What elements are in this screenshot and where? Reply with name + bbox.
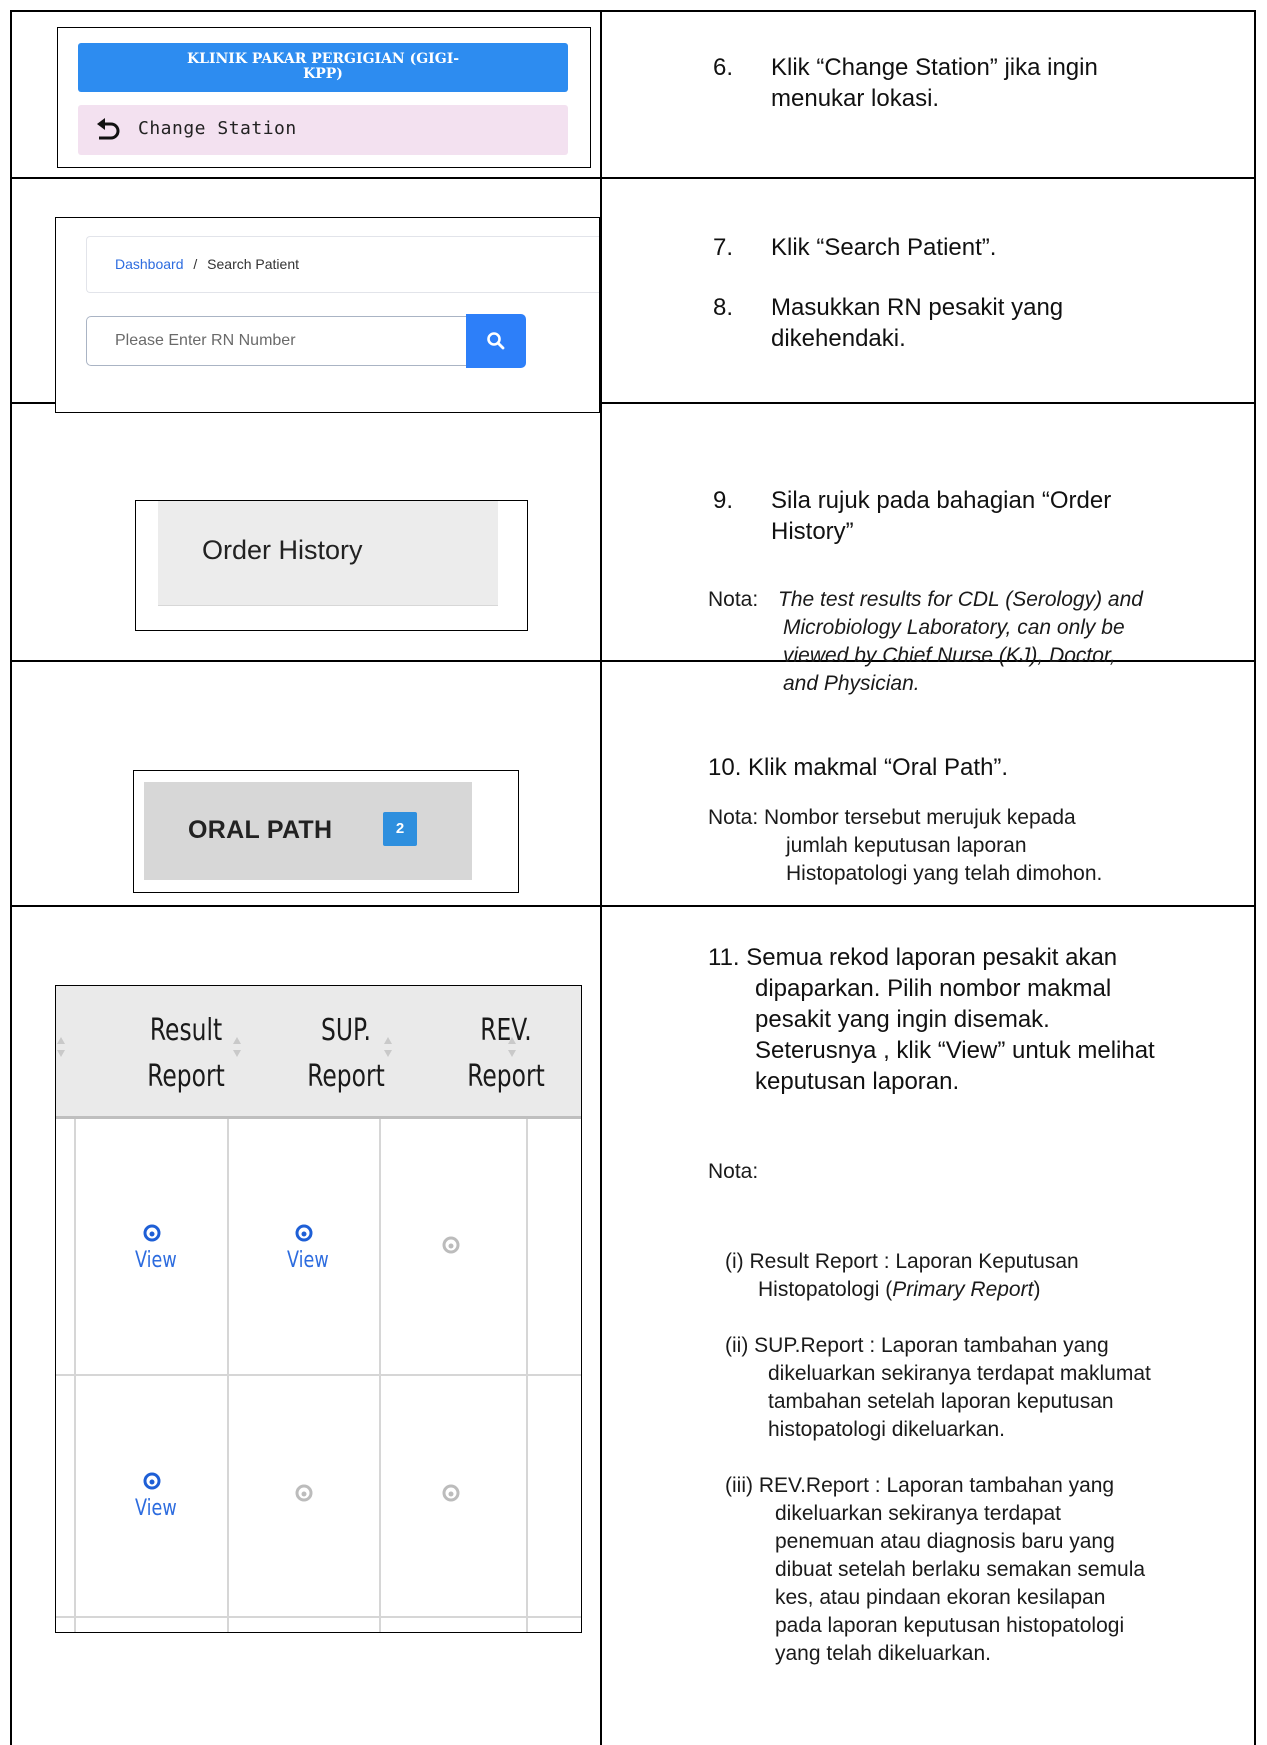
disabled-view-icon <box>442 1484 460 1502</box>
note-i-line2: Histopatologi (Primary Report) <box>758 1276 1040 1304</box>
note-iii-line6: pada laporan keputusan histopatologi <box>775 1614 1125 1637</box>
step-7-number: 7. <box>713 234 734 261</box>
station-button-line1: KLINIK PAKAR PERGIGIAN (GIGI- <box>186 51 460 67</box>
step-10: 10. Klik makmal “Oral Path”. <box>708 754 1009 781</box>
step-11-line2: dipaparkan. Pilih nombor makmal <box>755 975 1112 1002</box>
table-border-right <box>1254 10 1256 1745</box>
step-11-line3: pesakit yang ingin disemak. <box>755 1006 1050 1033</box>
sort-arrows-icon[interactable] <box>507 1034 517 1060</box>
table-border-left <box>10 10 12 1745</box>
step-9-note-label: Nota: <box>708 588 759 611</box>
table-gridline <box>56 1374 581 1376</box>
oral-path-count-badge: 2 <box>383 812 417 846</box>
step-9-line2: History” <box>771 518 854 545</box>
col-rev-report[interactable]: REV. Report <box>451 1008 560 1100</box>
oral-path-screenshot: ORAL PATH 2 <box>133 770 519 893</box>
search-button[interactable] <box>466 314 526 368</box>
view-circle-icon <box>143 1472 161 1490</box>
sort-arrows-icon[interactable] <box>56 1034 66 1060</box>
step-9-note-line4: and Physician. <box>783 672 920 695</box>
step-8-number: 8. <box>713 294 734 321</box>
col-result-line2: Report <box>147 1059 225 1094</box>
change-station-label: Change Station <box>138 118 297 139</box>
note-i-line1: (i) Result Report : Laporan Keputusan <box>725 1250 1079 1273</box>
col-result-line1: Result <box>149 1013 223 1048</box>
step-11-line5: keputusan laporan. <box>755 1068 960 1095</box>
table-border-middle <box>600 10 602 1745</box>
step-10-note-line1: Nota: Nombor tersebut merujuk kepada <box>708 806 1076 829</box>
note-ii-line4: histopatologi dikeluarkan. <box>768 1418 1005 1441</box>
note-ii-line2: dikeluarkan sekiranya terdapat maklumat <box>768 1362 1151 1385</box>
view-label: View <box>135 1248 177 1273</box>
oral-path-label: ORAL PATH <box>188 816 333 844</box>
row-divider-4 <box>10 905 1256 907</box>
step-8-line1: Masukkan RN pesakit yang <box>771 294 1064 321</box>
breadcrumb-dashboard-link[interactable]: Dashboard <box>115 256 184 272</box>
undo-icon <box>97 118 120 140</box>
step-9-note-line1: The test results for CDL (Serology) and <box>778 588 1143 611</box>
breadcrumb-text: Dashboard / Search Patient <box>115 256 299 272</box>
view-circle-icon <box>295 1224 313 1242</box>
order-history-header[interactable]: Order History <box>158 501 498 606</box>
step-9-number: 9. <box>713 487 734 514</box>
view-label: View <box>135 1496 177 1521</box>
step-10-note-line2: jumlah keputusan laporan <box>786 834 1027 857</box>
table-border-top <box>10 10 1256 12</box>
step-11-line1: 11. Semua rekod laporan pesakit akan <box>708 944 1118 971</box>
step-10-note-line3: Histopatologi yang telah dimohon. <box>786 862 1103 885</box>
sort-arrows-icon[interactable] <box>232 1034 242 1060</box>
col-sup-line2: Report <box>307 1059 385 1094</box>
breadcrumb-current: Search Patient <box>207 256 300 272</box>
table-gridline <box>227 1119 229 1632</box>
step-9-note-line3: viewed by Chief Nurse (KJ), Doctor, <box>783 644 1116 667</box>
table-gridline <box>526 1119 528 1632</box>
order-history-screenshot: Order History <box>135 500 528 631</box>
breadcrumb: Dashboard / Search Patient <box>86 236 599 293</box>
note-iii-line1: (iii) REV.Report : Laporan tambahan yang <box>725 1474 1115 1497</box>
step-6-number: 6. <box>713 54 734 81</box>
station-button[interactable]: KLINIK PAKAR PERGIGIAN (GIGI- KPP) <box>78 43 568 92</box>
note-iii-line7: yang telah dikeluarkan. <box>775 1642 991 1665</box>
step-7-text: Klik “Search Patient”. <box>771 234 997 261</box>
step-9-note-line2: Microbiology Laboratory, can only be <box>783 616 1125 639</box>
col-rev-line1: REV. <box>480 1013 532 1048</box>
search-icon <box>487 332 505 350</box>
step-6-line1: Klik “Change Station” jika ingin <box>771 54 1098 81</box>
step-9-line1: Sila rujuk pada bahagian “Order <box>771 487 1112 514</box>
note-ii-line1: (ii) SUP.Report : Laporan tambahan yang <box>725 1334 1109 1357</box>
change-station-button[interactable]: Change Station <box>78 105 568 155</box>
station-screenshot: KLINIK PAKAR PERGIGIAN (GIGI- KPP) Chang… <box>57 27 591 168</box>
disabled-view-icon <box>295 1484 313 1502</box>
view-circle-icon <box>143 1224 161 1242</box>
note-iii-line3: penemuan atau diagnosis baru yang <box>775 1530 1115 1553</box>
breadcrumb-separator: / <box>193 256 198 272</box>
step-11-note-label: Nota: <box>708 1160 759 1183</box>
note-ii-line3: tambahan setelah laporan keputusan <box>768 1390 1114 1413</box>
oral-path-button[interactable]: ORAL PATH 2 <box>144 782 472 880</box>
view-label: View <box>287 1248 329 1273</box>
sort-arrows-icon[interactable] <box>383 1034 393 1060</box>
search-patient-screenshot: Dashboard / Search Patient <box>55 217 600 413</box>
step-11-line4: Seterusnya , klik “View” untuk melihat <box>755 1037 1155 1064</box>
note-i-line2-pre: Histopatologi ( <box>758 1278 893 1301</box>
table-gridline <box>74 1119 76 1632</box>
disabled-view-icon <box>442 1236 460 1254</box>
note-iii-line4: dibuat setelah berlaku semakan semula <box>775 1558 1146 1581</box>
col-result-report[interactable]: Result Report <box>131 1008 240 1100</box>
report-table-screenshot: Result Report SUP. Report REV. Report Vi… <box>55 985 582 1633</box>
row-divider-1 <box>10 177 1256 179</box>
station-button-line2: KPP) <box>303 66 343 82</box>
table-gridline <box>56 1616 581 1618</box>
table-gridline <box>379 1119 381 1632</box>
note-i-line2-italic: Primary Report <box>892 1278 1034 1301</box>
rn-number-input[interactable] <box>86 316 466 366</box>
step-6-line2: menukar lokasi. <box>771 85 940 112</box>
order-history-label: Order History <box>202 535 363 565</box>
note-iii-line5: kes, atau pindaan ekoran kesilapan <box>775 1586 1106 1609</box>
step-8-line2: dikehendaki. <box>771 325 906 352</box>
note-i-line2-post: ) <box>1033 1278 1041 1301</box>
col-rev-line2: Report <box>467 1059 545 1094</box>
note-iii-line2: dikeluarkan sekiranya terdapat <box>775 1502 1062 1525</box>
